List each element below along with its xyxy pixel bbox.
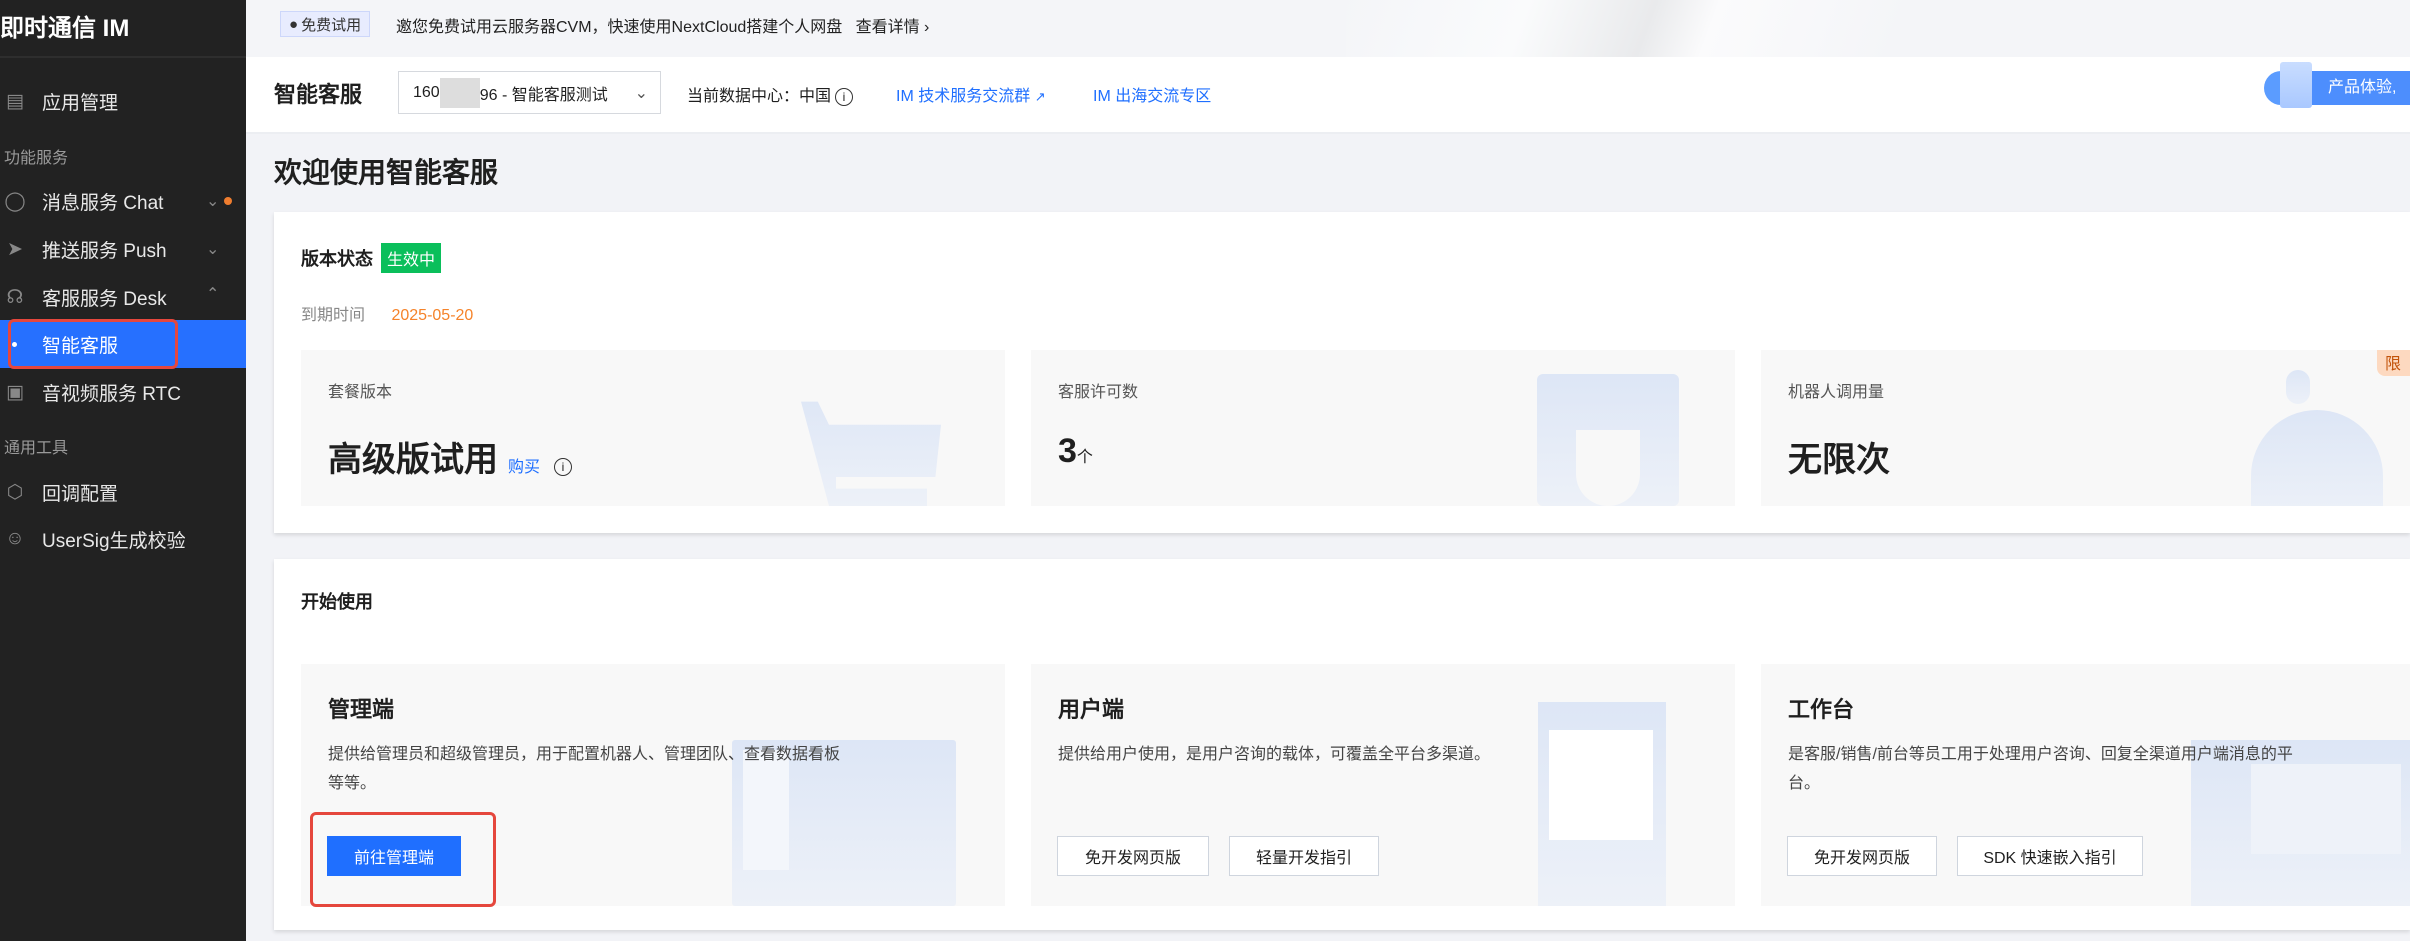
- page-header: 智能客服 160 96 - 智能客服测试 ⌄ 当前数据中心：中国 i IM 技术服务…: [246, 57, 2410, 134]
- sidebar-item-label: 客服服务 Desk: [42, 288, 167, 310]
- stat-unit: 个: [1076, 449, 1093, 466]
- app-select[interactable]: 160 96 - 智能客服测试 ⌄: [398, 71, 661, 114]
- sidebar-item-label: UserSig生成校验: [42, 530, 186, 552]
- banner-text: 邀您免费试用云服务器CVM，快速使用NextCloud搭建个人网盘: [396, 19, 843, 36]
- redacted-block: [439, 77, 480, 108]
- notification-dot: [224, 197, 232, 205]
- callback-icon: ⬡: [6, 481, 24, 503]
- promo-label: 产品体验,: [2312, 71, 2410, 105]
- app-title: 即时通信 IM: [0, 15, 130, 42]
- version-status-card: 版本状态 生效中 到期时间 2025-05-20 套餐版本 高级版试用 购买 i…: [274, 212, 2410, 533]
- buy-link[interactable]: 购买: [508, 453, 540, 477]
- stat-plan: 套餐版本 高级版试用 购买 i: [301, 350, 1005, 506]
- desc-line: 是客服/销售/前台等员工用于处理用户咨询、回复全渠道用户端消息的平: [1788, 746, 2293, 763]
- stat-label: 套餐版本: [328, 384, 393, 401]
- banner-decoration: [1346, 0, 1946, 57]
- stat-value: 高级版试用: [328, 441, 498, 479]
- box-description: 提供给管理员和超级管理员，用于配置机器人、管理团队、查看数据看板 等等。: [328, 740, 840, 798]
- sidebar-item-usersig[interactable]: ☺ UserSig生成校验: [0, 516, 246, 562]
- box-title: 工作台: [1788, 697, 1855, 722]
- app-id-prefix: 160: [413, 83, 440, 101]
- stat-robot-calls: 限 机器人调用量 无限次: [1761, 350, 2410, 506]
- stat-value: 无限次: [1788, 441, 1890, 479]
- stat-value: 3: [1058, 432, 1077, 470]
- sidebar-item-label: 推送服务 Push: [42, 240, 167, 262]
- app-list-icon: ▤: [6, 90, 24, 112]
- sidebar-item-rtc[interactable]: ▣ 音视频服务 RTC: [0, 369, 246, 415]
- document-icon: [2280, 62, 2312, 108]
- sidebar-item-label: 应用管理: [42, 92, 119, 114]
- shopping-cart-icon: [801, 401, 941, 506]
- sidebar-item-app-management[interactable]: ▤ 应用管理: [0, 78, 246, 124]
- sidebar-item-chat[interactable]: ◯ 消息服务 Chat ⌄: [0, 178, 246, 224]
- banner-message: 邀您免费试用云服务器CVM，快速使用NextCloud搭建个人网盘 查看详情 ›: [396, 13, 929, 37]
- chevron-down-icon: ⌄: [206, 241, 220, 258]
- chat-window: [1549, 730, 1653, 840]
- sidebar-item-desk[interactable]: ☊ 客服服务 Desk ⌃: [0, 274, 246, 320]
- box-title: 用户端: [1058, 697, 1125, 722]
- box-description: 提供给用户使用，是用户咨询的载体，可覆盖全平台多渠道。: [1058, 746, 1491, 763]
- group-label-tools: 通用工具: [4, 440, 69, 457]
- web-version-button[interactable]: 免开发网页版: [1057, 836, 1209, 876]
- chat-bubble-icon: ◯: [4, 190, 26, 212]
- workbench-box: 工作台 是客服/销售/前台等员工用于处理用户咨询、回复全渠道用户端消息的平 台。 …: [1761, 664, 2410, 906]
- data-center: 当前数据中心：中国 i: [687, 82, 854, 106]
- tag-label: 免费试用: [301, 16, 362, 34]
- headset-icon: ☊: [6, 286, 24, 308]
- group-label-features: 功能服务: [4, 150, 69, 167]
- stat-seats: 客服许可数 3个: [1031, 350, 1735, 506]
- status-badge: 生效中: [381, 243, 442, 273]
- robot-illustration: [2251, 410, 2383, 506]
- page-title: 欢迎使用智能客服: [274, 157, 499, 188]
- stat-label: 机器人调用量: [1788, 384, 1885, 401]
- free-trial-tag: ● 免费试用: [280, 11, 371, 37]
- get-started-card: 开始使用 管理端 提供给管理员和超级管理员，用于配置机器人、管理团队、查看数据看…: [274, 559, 2410, 930]
- overseas-link[interactable]: IM 出海交流专区: [1093, 82, 1211, 106]
- stat-label: 客服许可数: [1058, 384, 1139, 401]
- light-dev-guide-button[interactable]: 轻量开发指引: [1229, 836, 1379, 876]
- send-icon: ➤: [7, 238, 23, 260]
- external-link-icon: ↗: [1034, 89, 1046, 104]
- drop-icon: ●: [289, 15, 299, 33]
- promo-banner[interactable]: ● 免费试用 邀您免费试用云服务器CVM，快速使用NextCloud搭建个人网盘 …: [246, 0, 2410, 57]
- robot-antenna: [2286, 370, 2310, 404]
- section-title: 开始使用: [301, 592, 373, 612]
- highlight-outline: [310, 812, 496, 907]
- desc-line: 台。: [1788, 775, 1821, 792]
- expiry-label: 到期时间: [301, 307, 366, 324]
- sdk-embed-guide-button[interactable]: SDK 快速嵌入指引: [1957, 836, 2143, 876]
- bubble-cutout: [1576, 430, 1640, 506]
- tech-group-link[interactable]: IM 技术服务交流群 ↗: [896, 82, 1046, 106]
- sidebar-item-label: 音视频服务 RTC: [42, 383, 181, 405]
- data-center-label: 当前数据中心：中国: [687, 88, 832, 105]
- expiry-date: 2025-05-20: [391, 307, 474, 324]
- chevron-down-icon: ⌄: [206, 193, 220, 210]
- sidebar-item-push[interactable]: ➤ 推送服务 Push ⌄: [0, 226, 246, 272]
- link-label: IM 技术服务交流群: [896, 88, 1031, 105]
- chevron-down-icon: ⌄: [634, 84, 648, 102]
- limited-badge: 限: [2377, 350, 2410, 376]
- sidebar-item-label: 消息服务 Chat: [42, 192, 164, 214]
- box-title: 管理端: [328, 697, 395, 722]
- product-experience-widget[interactable]: 产品体验,: [2264, 62, 2410, 108]
- info-icon[interactable]: i: [835, 87, 854, 106]
- sidebar-item-label: 回调配置: [42, 483, 119, 505]
- chevron-up-icon: ⌃: [206, 286, 220, 303]
- header-title: 智能客服: [274, 82, 363, 107]
- sidebar-item-callback[interactable]: ⬡ 回调配置: [0, 469, 246, 515]
- app-name: 96 - 智能客服测试: [479, 86, 608, 104]
- desc-line: 提供给管理员和超级管理员，用于配置机器人、管理团队、查看数据看板: [328, 746, 841, 763]
- user-key-icon: ☺: [5, 528, 25, 549]
- video-camera-icon: ▣: [6, 381, 24, 403]
- divider: [0, 56, 246, 58]
- box-description: 是客服/销售/前台等员工用于处理用户咨询、回复全渠道用户端消息的平 台。: [1788, 740, 2293, 798]
- desc-line: 等等。: [328, 775, 377, 792]
- banner-details-link[interactable]: 查看详情 ›: [856, 19, 930, 36]
- user-portal-box: 用户端 提供给用户使用，是用户咨询的载体，可覆盖全平台多渠道。 免开发网页版 轻…: [1031, 664, 1735, 906]
- section-title: 版本状态: [301, 249, 373, 269]
- highlight-outline: [8, 319, 178, 369]
- sidebar: 即时通信 IM ▤ 应用管理 功能服务 ◯ 消息服务 Chat ⌄ ➤ 推送服务…: [0, 0, 246, 941]
- web-version-button[interactable]: 免开发网页版: [1787, 836, 1937, 876]
- info-icon[interactable]: i: [554, 458, 573, 476]
